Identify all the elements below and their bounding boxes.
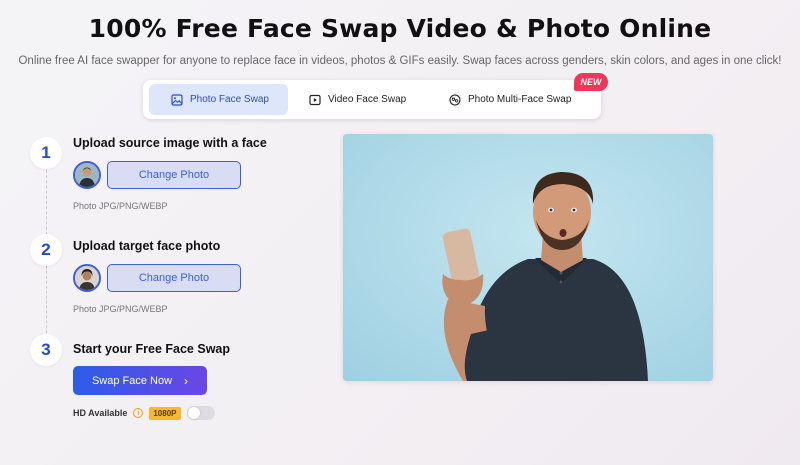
source-format-hint: Photo JPG/PNG/WEBP [73,201,168,211]
toggle-knob [187,407,200,419]
swap-face-now-button[interactable]: Swap Face Now › [73,366,207,395]
target-format-hint: Photo JPG/PNG/WEBP [73,304,168,314]
tab-label: Video Face Swap [328,94,407,105]
image-icon [171,93,183,106]
video-play-icon [309,94,321,105]
chevron-right-icon: › [184,373,189,388]
step-number: 3 [30,334,62,366]
change-source-photo-button[interactable]: Change Photo [107,161,241,189]
tab-label: Photo Face Swap [190,94,269,105]
page-title: 100% Free Face Swap Video & Photo Online [88,14,712,43]
tab-photo-face-swap[interactable]: Photo Face Swap [149,84,288,115]
page-subtitle: Online free AI face swapper for anyone t… [18,55,782,67]
resolution-badge: 1080P [149,406,181,420]
avatar [75,266,99,290]
swap-button-label: Swap Face Now [91,374,173,387]
step-title: Upload source image with a face [73,136,267,150]
mode-tabs: Photo Face Swap Video Face Swap Photo Mu… [143,80,601,119]
man-holding-phone-photo [343,134,713,381]
tab-photo-multi-face-swap[interactable]: Photo Multi-Face Swap [445,84,595,115]
info-icon[interactable]: i [133,408,144,418]
preview-image [343,134,713,381]
step-number: 1 [30,137,62,169]
step-title: Upload target face photo [73,239,221,253]
step-title: Start your Free Face Swap [73,342,231,356]
source-face-thumbnail[interactable] [73,161,101,189]
step-connector [46,170,47,235]
hd-option-row: HD Available i 1080P [73,404,215,422]
new-badge: NEW [574,73,608,91]
hd-toggle[interactable] [186,406,215,420]
target-face-thumbnail[interactable] [73,264,101,292]
tab-video-face-swap[interactable]: Video Face Swap [303,84,423,115]
step-number: 2 [30,234,62,266]
hd-label: HD Available [73,408,128,418]
change-target-photo-button[interactable]: Change Photo [107,264,241,292]
step-connector [46,266,47,338]
avatar [75,163,99,187]
tab-label: Photo Multi-Face Swap [468,94,572,105]
multi-face-icon [449,93,461,106]
